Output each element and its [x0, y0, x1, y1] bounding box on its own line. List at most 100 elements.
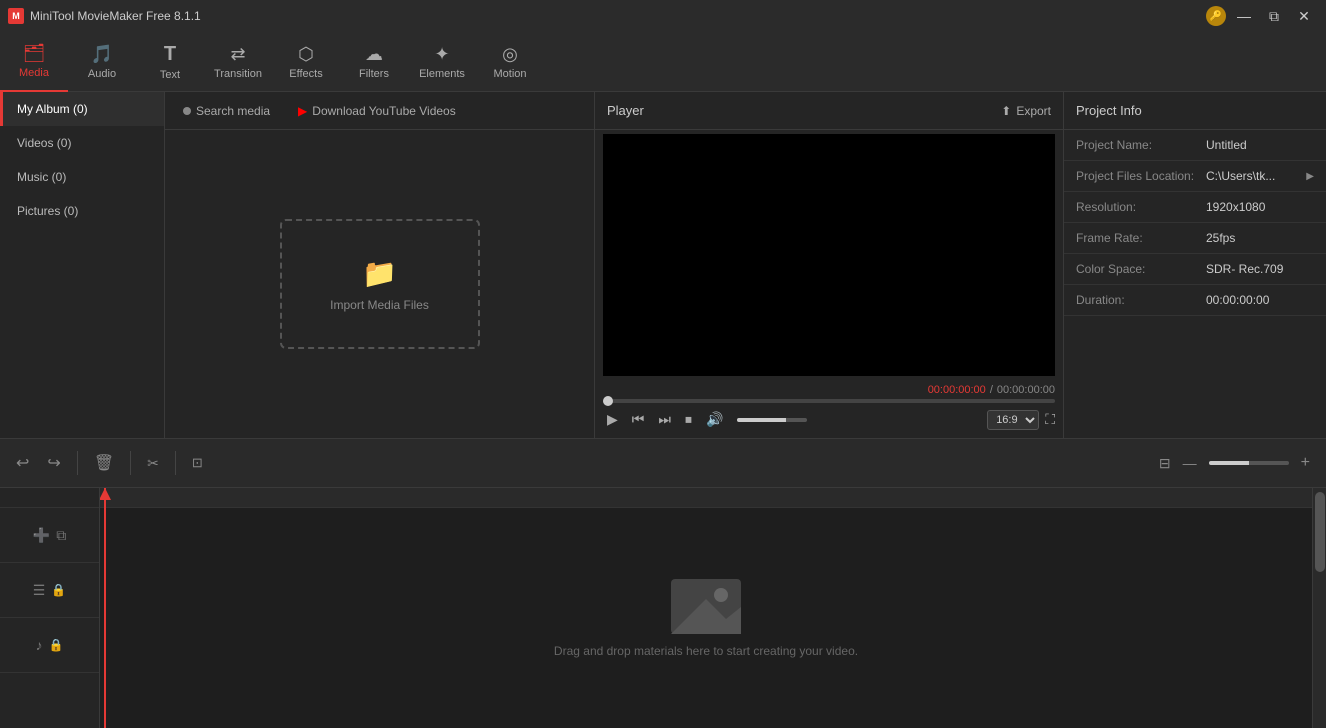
bottom-toolbar: ↩ ↪ 🗑 ✂ ⊡ ⊟ ― + — [0, 438, 1326, 488]
cut-button[interactable]: ✂ — [141, 451, 165, 476]
volume-button[interactable]: 🔊 — [702, 409, 727, 430]
track-labels: ➕ ⧉ ☰ 🔒 ♪ 🔒 — [0, 488, 100, 728]
sidebar-label-music: Music (0) — [17, 170, 66, 184]
toolbar-item-motion[interactable]: ◎ Motion — [476, 32, 544, 92]
play-button[interactable]: ▶ — [603, 409, 622, 430]
media-toolbar: Search media ▶ Download YouTube Videos — [165, 92, 594, 130]
scroll-thumb[interactable] — [1315, 492, 1325, 572]
folder-icon: 📁 — [362, 257, 397, 290]
import-media-box[interactable]: 📁 Import Media Files — [280, 219, 480, 349]
sidebar-label-videos: Videos (0) — [17, 136, 71, 150]
toolbar-item-elements[interactable]: ✦ Elements — [408, 32, 476, 92]
toolbar: 🗂 Media 🎵 Audio T Text ⇄ Transition ⬡ Ef… — [0, 32, 1326, 92]
project-info-header: Project Info — [1064, 92, 1326, 130]
toolbar-item-transition[interactable]: ⇄ Transition — [204, 32, 272, 92]
info-value-resolution: 1920x1080 — [1206, 200, 1314, 214]
stop-button[interactable]: ⏹ — [681, 409, 696, 430]
copy-track-icon[interactable]: ⧉ — [56, 527, 66, 544]
restore-button[interactable]: ⧉ — [1260, 5, 1288, 27]
fullscreen-button[interactable]: ⛶ — [1045, 411, 1055, 428]
undo-button[interactable]: ↩ — [10, 449, 35, 477]
crop-button[interactable]: ⊡ — [186, 451, 209, 475]
sidebar-item-music[interactable]: Music (0) — [0, 160, 164, 194]
effects-icon: ⬡ — [298, 44, 314, 65]
toolbar-label-filters: Filters — [359, 68, 389, 80]
info-value-duration: 00:00:00:00 — [1206, 293, 1314, 307]
youtube-label: Download YouTube Videos — [312, 104, 455, 118]
separator-1 — [77, 451, 78, 475]
elements-icon: ✦ — [434, 44, 449, 65]
player-video — [603, 134, 1055, 376]
drop-zone-label: Drag and drop materials here to start cr… — [554, 644, 858, 658]
sidebar-item-myalbum[interactable]: My Album (0) — [0, 92, 164, 126]
timeline-scrollbar[interactable] — [1312, 488, 1326, 728]
info-row-framerate: Frame Rate: 25fps — [1064, 223, 1326, 254]
search-media-tab[interactable]: Search media — [173, 100, 280, 122]
sidebar-item-pictures[interactable]: Pictures (0) — [0, 194, 164, 228]
search-media-label: Search media — [196, 104, 270, 118]
info-label-resolution: Resolution: — [1076, 200, 1206, 214]
toolbar-item-filters[interactable]: ☁ Filters — [340, 32, 408, 92]
track-label-subtitle: ☰ 🔒 — [0, 563, 99, 618]
volume-slider[interactable] — [737, 418, 807, 422]
control-buttons: ▶ ⏮ ⏭ ⏹ 🔊 16:9 4:3 1:1 9:16 ⛶ — [603, 409, 1055, 430]
info-label-location: Project Files Location: — [1076, 169, 1206, 183]
main-content: My Album (0) Videos (0) Music (0) Pictur… — [0, 92, 1326, 438]
toolbar-label-motion: Motion — [493, 68, 526, 80]
audio-icon: 🎵 — [91, 44, 113, 65]
sidebar-label-pictures: Pictures (0) — [17, 204, 78, 218]
toolbar-item-text[interactable]: T Text — [136, 32, 204, 92]
subtitle-icon: ☰ — [33, 582, 46, 599]
left-panel: My Album (0) Videos (0) Music (0) Pictur… — [0, 92, 165, 438]
timeline: ➕ ⧉ ☰ 🔒 ♪ 🔒 Drag and drop materials here… — [0, 488, 1326, 728]
info-row-name: Project Name: Untitled — [1064, 130, 1326, 161]
transition-icon: ⇄ — [230, 44, 245, 65]
info-label-framerate: Frame Rate: — [1076, 231, 1206, 245]
minimize-button[interactable]: — — [1230, 5, 1258, 27]
zoom-in-button[interactable]: + — [1295, 450, 1316, 476]
player-header: Player ⬆ Export — [595, 92, 1063, 130]
audio-lock-icon[interactable]: 🔒 — [49, 638, 64, 652]
info-label-name: Project Name: — [1076, 138, 1206, 152]
sidebar-label-myalbum: My Album (0) — [17, 102, 88, 116]
toolbar-label-effects: Effects — [289, 68, 322, 80]
zoom-out-button[interactable]: ― — [1177, 451, 1203, 475]
toolbar-item-effects[interactable]: ⬡ Effects — [272, 32, 340, 92]
info-value-location: C:\Users\tk... — [1206, 169, 1306, 183]
toolbar-item-media[interactable]: 🗂 Media — [0, 32, 68, 92]
aspect-ratio-select[interactable]: 16:9 4:3 1:1 9:16 — [987, 410, 1039, 430]
delete-button[interactable]: 🗑 — [88, 449, 120, 477]
close-button[interactable]: ✕ — [1290, 5, 1318, 27]
toolbar-label-text: Text — [160, 69, 180, 81]
player-panel: Player ⬆ Export 00:00:00:00 / 00:00:00:0… — [594, 92, 1064, 438]
progress-bar[interactable] — [603, 399, 1055, 403]
location-expand-button[interactable]: ▶ — [1306, 171, 1314, 182]
toolbar-label-audio: Audio — [88, 68, 116, 80]
progress-thumb — [603, 396, 613, 406]
motion-icon: ◎ — [502, 44, 518, 65]
skip-forward-button[interactable]: ⏭ — [654, 409, 675, 430]
zoom-slider[interactable] — [1209, 461, 1289, 465]
export-icon: ⬆ — [1001, 104, 1011, 118]
skip-back-button[interactable]: ⏮ — [628, 409, 649, 430]
media-icon: 🗂 — [23, 43, 46, 64]
title-bar: M MiniTool MovieMaker Free 8.1.1 🔑 — ⧉ ✕ — [0, 0, 1326, 32]
subtitle-lock-icon[interactable]: 🔒 — [51, 583, 66, 597]
key-icon: 🔑 — [1206, 6, 1226, 26]
export-button[interactable]: ⬆ Export — [1001, 104, 1051, 118]
drop-zone-image-icon — [671, 579, 741, 634]
time-separator: / — [990, 384, 993, 396]
info-row-duration: Duration: 00:00:00:00 — [1064, 285, 1326, 316]
separator-3 — [175, 451, 176, 475]
player-controls: 00:00:00:00 / 00:00:00:00 ▶ ⏮ ⏭ ⏹ 🔊 16:9… — [595, 380, 1063, 438]
toolbar-item-audio[interactable]: 🎵 Audio — [68, 32, 136, 92]
sidebar-item-videos[interactable]: Videos (0) — [0, 126, 164, 160]
info-row-location: Project Files Location: C:\Users\tk... ▶ — [1064, 161, 1326, 192]
info-label-duration: Duration: — [1076, 293, 1206, 307]
timeline-drop-area[interactable]: Drag and drop materials here to start cr… — [100, 508, 1312, 728]
window-controls: — ⧉ ✕ — [1230, 5, 1318, 27]
redo-button[interactable]: ↪ — [41, 449, 66, 477]
add-video-track-icon[interactable]: ➕ — [33, 527, 50, 544]
info-value-framerate: 25fps — [1206, 231, 1314, 245]
youtube-tab[interactable]: ▶ Download YouTube Videos — [288, 100, 466, 122]
